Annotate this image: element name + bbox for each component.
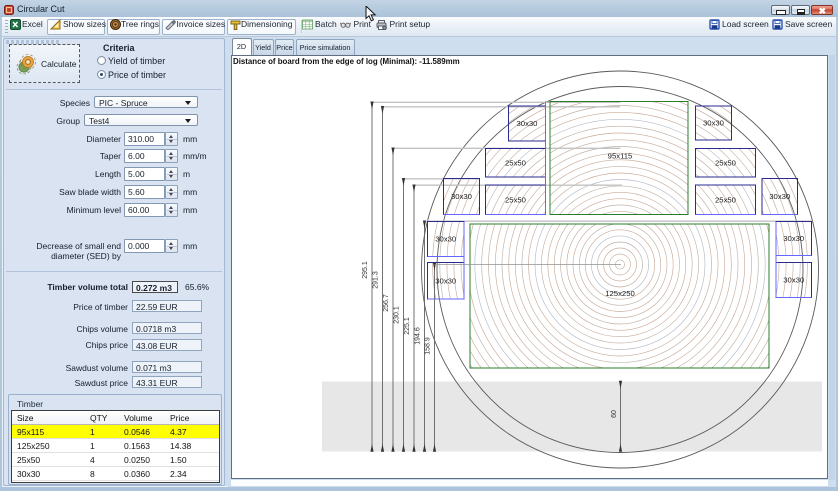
svg-text:25x50: 25x50 bbox=[505, 158, 526, 167]
svg-text:95x115: 95x115 bbox=[608, 152, 633, 161]
svg-text:60: 60 bbox=[611, 410, 618, 418]
svg-text:30x30: 30x30 bbox=[435, 276, 456, 285]
svg-text:291.3: 291.3 bbox=[373, 271, 380, 289]
svg-text:30x30: 30x30 bbox=[783, 276, 804, 285]
svg-text:30x30: 30x30 bbox=[783, 234, 804, 243]
svg-text:230.1: 230.1 bbox=[394, 306, 401, 324]
svg-text:30x30: 30x30 bbox=[451, 192, 472, 201]
svg-text:30x30: 30x30 bbox=[517, 119, 538, 128]
svg-text:295.1: 295.1 bbox=[362, 261, 369, 279]
svg-text:30x30: 30x30 bbox=[703, 119, 724, 128]
svg-text:30x30: 30x30 bbox=[769, 192, 790, 201]
svg-text:30x30: 30x30 bbox=[435, 235, 456, 244]
svg-text:158.9: 158.9 bbox=[425, 337, 432, 355]
svg-text:256.7: 256.7 bbox=[383, 294, 390, 312]
svg-text:25x50: 25x50 bbox=[505, 195, 526, 204]
svg-text:125x250: 125x250 bbox=[605, 289, 635, 298]
svg-text:194.6: 194.6 bbox=[415, 327, 422, 345]
svg-text:25x50: 25x50 bbox=[715, 195, 736, 204]
svg-text:25x50: 25x50 bbox=[715, 158, 736, 167]
svg-text:225.1: 225.1 bbox=[404, 317, 411, 335]
